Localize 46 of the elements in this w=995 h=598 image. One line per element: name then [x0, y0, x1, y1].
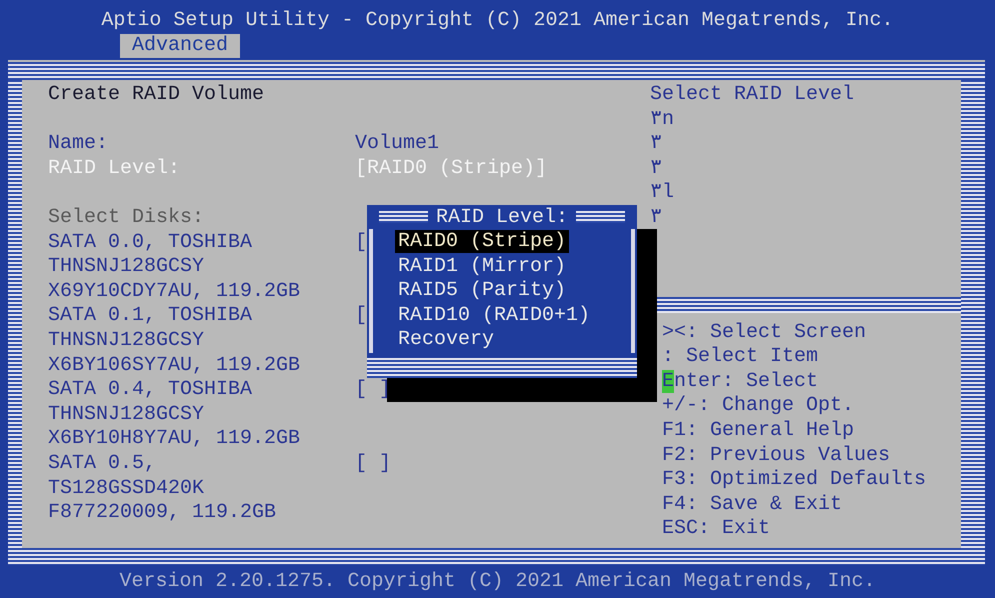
popup-title: RAID Level: [436, 206, 568, 228]
disk-label: X6BY106SY7AU, 119.2GB [48, 354, 300, 377]
popup-border [576, 211, 625, 223]
disk-label: THNSNJ128GCSY [48, 255, 204, 278]
disk-label: SATA 0.4, TOSHIBA [48, 378, 252, 402]
help-text: ٣n [649, 108, 676, 132]
option-item[interactable]: RAID1 (Mirror) [395, 254, 570, 278]
key-hint: F2: Previous Values [661, 444, 892, 468]
disk-checkbox[interactable]: [ ] [355, 452, 392, 475]
setting-label: Name: [48, 132, 108, 156]
key-hint: ESC: Exit [661, 517, 772, 542]
disk-label: X6BY10H8Y7AU, 119.2GB [48, 427, 300, 450]
help-text: ٣ [649, 156, 664, 182]
help-text: ٣l [649, 181, 676, 206]
setting-label: RAID Level: [48, 156, 180, 180]
option-item[interactable]: RAID5 (Parity) [395, 279, 570, 302]
disk-checkbox[interactable]: [ ] [355, 378, 392, 402]
option-item[interactable]: RAID0 (Stripe) [395, 230, 570, 253]
key-hint: +/-: Change Opt. [661, 394, 856, 420]
key-hint: : Select Item [661, 345, 820, 370]
key-hint: F3: Optimized Defaults [661, 468, 928, 493]
option-item[interactable]: Recovery [395, 328, 498, 352]
page-heading: Create RAID Volume [48, 83, 264, 106]
key-hint: Enter: Select [661, 370, 820, 394]
disk-label: SATA 0.0, TOSHIBA [48, 230, 252, 254]
disk-label: SATA 0.1, TOSHIBA [48, 304, 252, 328]
key-hint: F1: General Help [661, 419, 856, 444]
key-hint: ><: Select Screen [661, 320, 868, 346]
key-hint: F4: Save & Exit [661, 492, 844, 518]
disk-label: X69Y10CDY7AU, 119.2GB [48, 280, 300, 303]
option-item[interactable]: RAID10 (RAID0+1) [395, 304, 594, 327]
disk-label: TS128GSSD420K [48, 476, 204, 500]
disk-checkbox[interactable]: [ [355, 304, 368, 328]
disk-label: F877220009, 119.2GB [48, 501, 276, 524]
setting-value[interactable]: Volume1 [355, 132, 440, 156]
help-text: ٣ [649, 206, 664, 231]
help-title: Select RAID Level [649, 83, 856, 108]
disk-label: SATA 0.5, [48, 452, 156, 475]
disk-checkbox[interactable]: [ [355, 230, 368, 254]
help-text: ٣ [649, 132, 664, 157]
section-label: Select Disks: [48, 206, 204, 229]
menu-tab[interactable]: Advanced [120, 34, 240, 58]
disk-label: THNSNJ128GCSY [48, 402, 204, 426]
popup-border [379, 211, 428, 223]
disk-label: THNSNJ128GCSY [48, 328, 204, 352]
window-title: Aptio Setup Utility - Copyright (C) 2021 American Megatrends, Inc. [100, 8, 895, 34]
